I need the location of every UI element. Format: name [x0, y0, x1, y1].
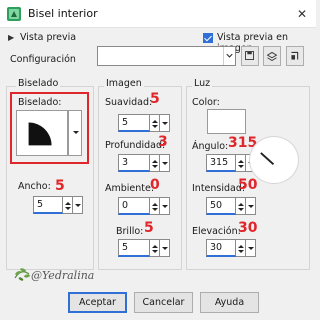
config-label: Configuración — [10, 54, 76, 65]
window-title: Bisel interior — [28, 7, 98, 20]
brillo-dropdown[interactable] — [160, 239, 170, 257]
angulo-label: Ángulo: — [192, 141, 229, 152]
angulo-input[interactable]: 315 — [206, 154, 236, 172]
reset-button[interactable] — [286, 46, 304, 66]
bevel-shape-icon — [28, 122, 52, 146]
ambiente-annotation: 0 — [150, 177, 160, 193]
elevacion-input[interactable]: 30 — [206, 239, 236, 257]
ancho-stepper[interactable] — [63, 196, 73, 214]
bevel-preview[interactable] — [16, 110, 68, 156]
elevacion-label: Elevación: — [192, 226, 241, 237]
angulo-stepper[interactable] — [236, 154, 246, 172]
ancho-dropdown[interactable] — [73, 196, 83, 214]
ancho-annotation: 5 — [55, 178, 65, 194]
group-title-luz: Luz — [192, 78, 213, 89]
color-label: Color: — [192, 97, 220, 108]
title-bar: Bisel interior ✕ — [0, 0, 316, 28]
angle-needle — [260, 152, 275, 165]
bevel-dropdown[interactable] — [68, 110, 82, 156]
reset-icon — [291, 51, 299, 60]
ambiente-input[interactable]: 0 — [118, 197, 150, 215]
brillo-stepper[interactable] — [150, 239, 160, 257]
elevacion-stepper[interactable] — [236, 239, 246, 257]
watermark-text: @Yedralina — [31, 269, 95, 282]
preview-in-image-checkbox[interactable] — [203, 33, 213, 43]
profundidad-stepper[interactable] — [150, 154, 160, 172]
app-icon — [7, 7, 21, 21]
ambiente-dropdown[interactable] — [160, 197, 170, 215]
save-preset-button[interactable] — [241, 46, 259, 66]
intensidad-dropdown[interactable] — [246, 197, 256, 215]
suavidad-input[interactable]: 5 — [118, 114, 150, 132]
presets-button[interactable] — [263, 46, 281, 66]
elevacion-dropdown[interactable] — [246, 239, 256, 257]
watermark: @Yedralina — [13, 264, 97, 286]
elevacion-annotation: 30 — [238, 220, 258, 236]
suavidad-stepper[interactable] — [150, 114, 160, 132]
intensidad-stepper[interactable] — [236, 197, 246, 215]
preview-toggle[interactable]: Vista previa — [20, 32, 76, 43]
chevron-right-icon[interactable]: ▶ — [8, 33, 14, 42]
stack-icon — [266, 51, 278, 61]
group-title-imagen: Imagen — [104, 78, 144, 89]
config-select[interactable] — [97, 46, 236, 66]
brillo-label: Brillo: — [116, 226, 144, 237]
intensidad-input[interactable]: 50 — [206, 197, 236, 215]
ambiente-label: Ambiente: — [105, 183, 155, 194]
biselado-label: Biselado: — [18, 97, 62, 108]
profundidad-annotation: 3 — [158, 134, 168, 150]
help-button[interactable]: Ayuda — [200, 292, 259, 313]
profundidad-input[interactable]: 3 — [118, 154, 150, 172]
group-title-biselado: Biselado — [16, 78, 61, 89]
profundidad-dropdown[interactable] — [160, 154, 170, 172]
light-color-swatch[interactable] — [207, 109, 246, 134]
preview-row: ▶ Vista previa Vista previa en imagen — [6, 30, 310, 54]
ambiente-stepper[interactable] — [150, 197, 160, 215]
profundidad-label: Profundidad: — [105, 140, 166, 151]
ok-button[interactable]: Aceptar — [68, 292, 127, 313]
intensidad-annotation: 50 — [238, 177, 258, 193]
ancho-input[interactable]: 5 — [33, 196, 63, 214]
suavidad-label: Suavidad: — [105, 97, 153, 108]
close-icon[interactable]: ✕ — [294, 6, 310, 22]
ancho-label: Ancho: — [18, 181, 51, 192]
chevron-down-icon[interactable] — [223, 47, 235, 65]
cancel-button[interactable]: Cancelar — [134, 292, 193, 313]
suavidad-annotation: 5 — [150, 91, 160, 107]
brillo-input[interactable]: 5 — [118, 239, 150, 257]
save-icon — [245, 51, 254, 60]
suavidad-dropdown[interactable] — [160, 114, 170, 132]
brillo-annotation: 5 — [144, 220, 154, 236]
